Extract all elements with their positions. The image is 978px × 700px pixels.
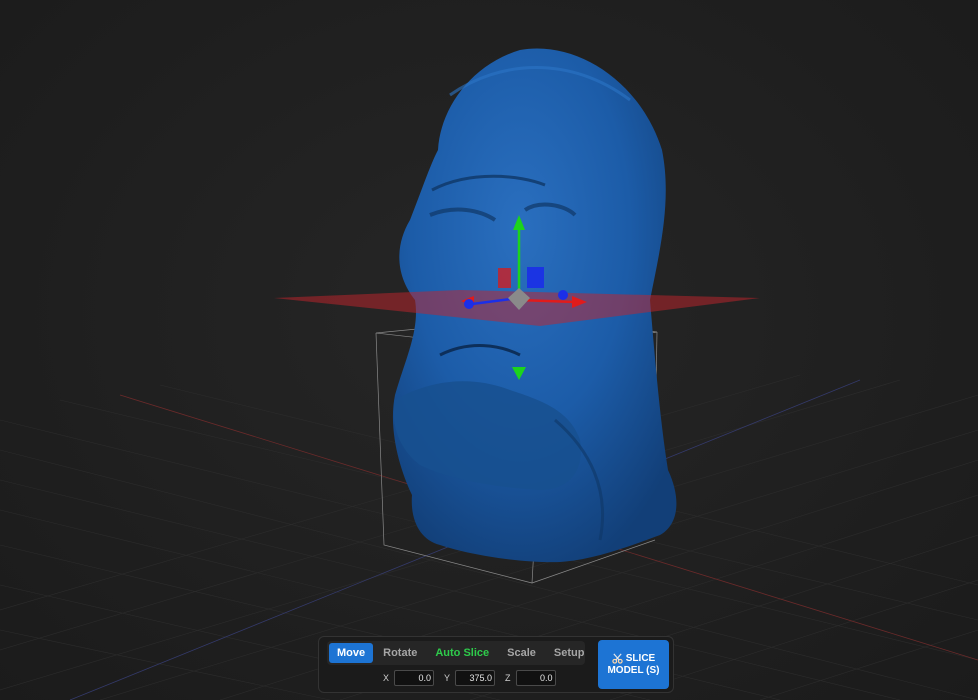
z-label: Z <box>505 673 511 683</box>
scene-canvas[interactable] <box>0 0 978 700</box>
y-label: Y <box>444 673 451 683</box>
transform-tabs: Move Rotate Auto Slice Scale Setup <box>327 641 585 665</box>
bottom-toolbar: Move Rotate Auto Slice Scale Setup X Y Z… <box>318 636 674 693</box>
tab-rotate[interactable]: Rotate <box>375 643 425 663</box>
slice-button-line1: SLICE <box>625 652 656 664</box>
tab-auto-slice[interactable]: Auto Slice <box>427 643 497 663</box>
tab-scale[interactable]: Scale <box>499 643 544 663</box>
scissors-icon <box>612 653 623 664</box>
tab-move[interactable]: Move <box>329 643 374 663</box>
gizmo-z-handle-left[interactable] <box>464 299 474 309</box>
gizmo-xy-handle[interactable] <box>498 268 511 288</box>
gizmo-yz-handle[interactable] <box>527 267 544 288</box>
x-field[interactable] <box>394 670 435 686</box>
gizmo-z-handle-right[interactable] <box>558 290 568 300</box>
x-label: X <box>383 673 390 683</box>
position-coordinates: X Y Z <box>383 670 566 686</box>
y-field[interactable] <box>455 670 496 686</box>
tab-setup[interactable]: Setup <box>546 643 593 663</box>
slice-model-button[interactable]: SLICE MODEL (S) <box>598 640 669 689</box>
3d-viewport[interactable] <box>0 0 978 700</box>
z-field[interactable] <box>515 670 556 686</box>
slice-button-line2: MODEL (S) <box>607 664 660 676</box>
